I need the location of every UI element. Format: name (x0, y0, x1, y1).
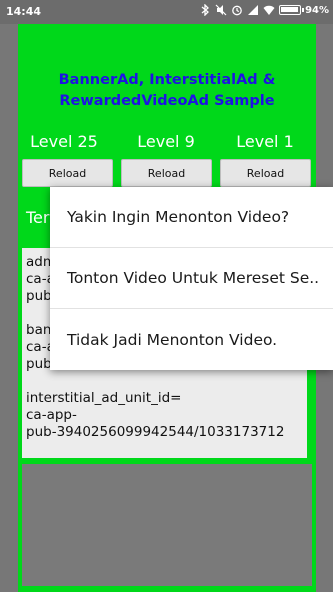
ad-unit-text-3: interstitial_ad_unit_id= ca-app- pub-394… (26, 390, 285, 440)
reload-button-3[interactable]: Reload (220, 159, 311, 187)
wifi-icon (263, 5, 275, 15)
status-icons: 94% (199, 4, 329, 16)
alarm-icon (232, 5, 242, 16)
partial-label: Ter (26, 208, 50, 227)
battery-icon (279, 5, 305, 15)
level-label-1: Level 25 (30, 132, 98, 151)
app-title-line2: RewardedVideoAd Sample (59, 93, 275, 109)
signal-icon (248, 5, 259, 15)
reload-button-2[interactable]: Reload (121, 159, 212, 187)
mute-icon (215, 4, 227, 16)
level-label-3: Level 1 (236, 132, 294, 151)
app-title: BannerAd, InterstitialAd & RewardedVideo… (18, 70, 316, 112)
status-time: 14:44 (6, 5, 42, 18)
status-bar: 14:44 94% (0, 0, 333, 24)
video-choice-dialog: Yakin Ingin Menonton Video? Tonton Video… (50, 187, 333, 370)
reload-button-1[interactable]: Reload (22, 159, 113, 187)
dialog-option-confirm[interactable]: Yakin Ingin Menonton Video? (50, 187, 333, 248)
dialog-option-watch-video[interactable]: Tonton Video Untuk Mereset Se.. (50, 248, 333, 309)
banner-ad-placeholder (22, 464, 312, 586)
dialog-option-cancel[interactable]: Tidak Jadi Menonton Video. (50, 309, 333, 370)
battery-percent: 94% (305, 4, 329, 16)
level-label-2: Level 9 (137, 132, 195, 151)
app-title-line1: BannerAd, InterstitialAd & (58, 72, 276, 88)
bluetooth-icon (201, 4, 210, 16)
